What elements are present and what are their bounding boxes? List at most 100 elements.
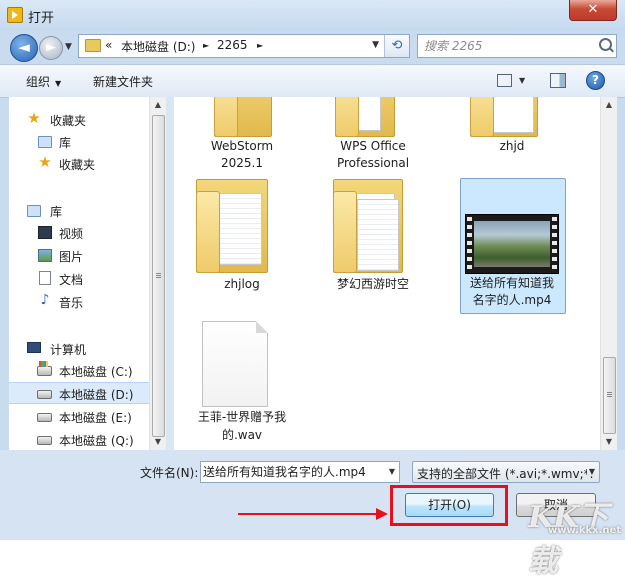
- file-name-line: 送给所有知道我: [469, 276, 554, 290]
- file-name-line: 的.wav: [221, 428, 263, 442]
- sidebar-item-documents[interactable]: 文档: [9, 267, 149, 289]
- title-bar[interactable]: 打开 ✕: [0, 0, 625, 30]
- refresh-button[interactable]: ⟲: [384, 35, 409, 57]
- sidebar-item-label: 本地磁盘 (C:): [59, 365, 133, 379]
- search-icon[interactable]: [599, 38, 612, 51]
- file-name-line: Professional: [336, 156, 410, 170]
- breadcrumb-drive-d[interactable]: 本地磁盘 (D:): [121, 38, 195, 55]
- scroll-down-arrow-icon[interactable]: ▼: [150, 434, 166, 450]
- grip-line: [156, 277, 161, 278]
- file-item-webstorm[interactable]: WebStorm 2025.1: [190, 97, 294, 177]
- sidebar-item-libraries[interactable]: 库: [9, 199, 149, 221]
- sidebar-item-drive-e[interactable]: 本地磁盘 (E:): [9, 405, 149, 427]
- sidebar-item-favorites[interactable]: ★ 收藏夹: [9, 108, 149, 130]
- drive-icon: [37, 436, 52, 445]
- folder-icon: [321, 179, 425, 274]
- grip-line: [156, 273, 161, 274]
- filename-combobox[interactable]: ▼: [200, 461, 400, 483]
- scroll-up-arrow-icon[interactable]: ▲: [601, 97, 617, 113]
- breadcrumb-separator[interactable]: ►: [257, 41, 263, 50]
- site-watermark: KK下载 www.kkx.net: [528, 498, 624, 579]
- folder-icon: [460, 97, 564, 137]
- folder-icon: [85, 39, 101, 52]
- breadcrumb-folder-2265[interactable]: 2265: [217, 38, 248, 52]
- folder-icon: [190, 179, 294, 274]
- view-options-dropdown[interactable]: ▼: [519, 76, 525, 85]
- address-bar[interactable]: « 本地磁盘 (D:) ► 2265 ► ▼ ⟲: [78, 34, 410, 58]
- sidebar-item-computer[interactable]: 计算机: [9, 337, 149, 359]
- file-name-line: 2025.1: [221, 156, 263, 170]
- sidebar-item-drive-q[interactable]: 本地磁盘 (Q:): [9, 428, 149, 450]
- change-view-icon[interactable]: [497, 74, 512, 87]
- sidebar-item-label: 视频: [59, 227, 84, 241]
- star-icon: ★: [38, 153, 52, 171]
- search-box[interactable]: [417, 34, 617, 58]
- scroll-down-arrow-icon[interactable]: ▼: [601, 434, 617, 450]
- sidebar-item-drive-c[interactable]: 本地磁盘 (C:): [9, 359, 149, 381]
- file-type-filter-select[interactable]: 支持的全部文件 (*.avi;*.wmv;*. ▼: [412, 461, 600, 483]
- file-item-zhjd[interactable]: zhjd: [460, 97, 564, 177]
- organize-menu[interactable]: 组织 ▼: [26, 73, 61, 90]
- folder-icon: [321, 97, 425, 137]
- address-dropdown[interactable]: ▼: [372, 40, 379, 50]
- navigation-bar: ◄ ► ▼ « 本地磁盘 (D:) ► 2265 ► ▼ ⟲: [0, 30, 625, 64]
- file-item-menghuan-xiyou[interactable]: 梦幻西游时空: [321, 179, 425, 294]
- file-item-wps-office[interactable]: WPS Office Professional: [321, 97, 425, 177]
- navigation-pane: ★ 收藏夹 库 ★ 收藏夹 库 视频 图片 文档 ♪ 音乐 计算机 本地磁盘 (…: [9, 97, 149, 450]
- sidebar-item-library[interactable]: 库: [9, 130, 149, 152]
- folder-icon: [190, 97, 294, 137]
- chevron-down-icon[interactable]: ▼: [586, 467, 595, 476]
- breadcrumb-overflow[interactable]: «: [105, 38, 112, 52]
- back-button[interactable]: ◄: [10, 34, 38, 62]
- star-icon: ★: [27, 109, 41, 127]
- file-list-scrollbar[interactable]: ▲ ▼: [600, 97, 617, 450]
- sidebar-item-drive-d[interactable]: 本地磁盘 (D:): [9, 382, 149, 404]
- close-button[interactable]: ✕: [569, 0, 617, 21]
- file-name-line: zhjlog: [224, 277, 260, 291]
- file-item-video-mp4[interactable]: 送给所有知道我 名字的人.mp4: [460, 178, 566, 314]
- file-item-wav[interactable]: 王菲-世界赠予我 的.wav: [190, 319, 294, 449]
- scroll-up-arrow-icon[interactable]: ▲: [150, 97, 166, 113]
- file-name-line: WPS Office: [340, 139, 406, 153]
- pane-splitter[interactable]: [166, 97, 174, 450]
- sidebar-item-pictures[interactable]: 图片: [9, 244, 149, 266]
- preview-pane-icon[interactable]: [550, 73, 566, 88]
- sidebar-item-label: 库: [50, 205, 63, 219]
- sidebar-item-label: 文档: [59, 273, 84, 287]
- forward-button[interactable]: ►: [39, 36, 63, 60]
- sidebar-item-label: 本地磁盘 (D:): [59, 388, 134, 402]
- window-title: 打开: [28, 11, 55, 26]
- sidebar-item-label: 库: [59, 136, 72, 150]
- sidebar-item-label: 本地磁盘 (Q:): [59, 434, 134, 448]
- drive-icon: [37, 361, 52, 376]
- sidebar-item-favorites-sub[interactable]: ★ 收藏夹: [9, 152, 149, 174]
- file-type-filter-value: 支持的全部文件 (*.avi;*.wmv;*.: [417, 467, 594, 481]
- sidebar-item-label: 本地磁盘 (E:): [59, 411, 132, 425]
- scrollbar-thumb[interactable]: [603, 357, 616, 434]
- computer-icon: [27, 342, 41, 353]
- sidebar-item-music[interactable]: ♪ 音乐: [9, 290, 149, 312]
- navigation-pane-scrollbar[interactable]: ▲ ▼: [149, 97, 166, 450]
- video-thumbnail: [460, 178, 564, 274]
- open-button[interactable]: 打开(O): [405, 493, 494, 517]
- new-folder-button[interactable]: 新建文件夹: [93, 73, 153, 90]
- chevron-down-icon[interactable]: ▼: [389, 467, 395, 476]
- sidebar-item-label: 音乐: [59, 296, 84, 310]
- file-item-zhjlog[interactable]: zhjlog: [190, 179, 294, 294]
- video-icon: [38, 226, 52, 239]
- file-list: WebStorm 2025.1 WPS Office Professional: [174, 97, 600, 450]
- sidebar-item-label: 收藏夹: [59, 158, 96, 172]
- search-input[interactable]: [422, 37, 596, 55]
- filename-input[interactable]: [203, 463, 381, 480]
- organize-label: 组织: [26, 75, 51, 89]
- scrollbar-thumb[interactable]: [152, 115, 165, 437]
- breadcrumb-separator[interactable]: ►: [203, 41, 209, 50]
- help-icon[interactable]: ?: [586, 71, 605, 90]
- recent-locations-dropdown[interactable]: ▼: [65, 42, 72, 52]
- command-toolbar: 组织 ▼ 新建文件夹 ▼ ?: [0, 64, 625, 98]
- annotation-arrow-head: [376, 508, 388, 520]
- file-name-line: 名字的人.mp4: [472, 293, 552, 307]
- filename-label: 文件名(N):: [140, 466, 199, 480]
- watermark-logo: KK下载: [528, 500, 608, 579]
- sidebar-item-videos[interactable]: 视频: [9, 221, 149, 243]
